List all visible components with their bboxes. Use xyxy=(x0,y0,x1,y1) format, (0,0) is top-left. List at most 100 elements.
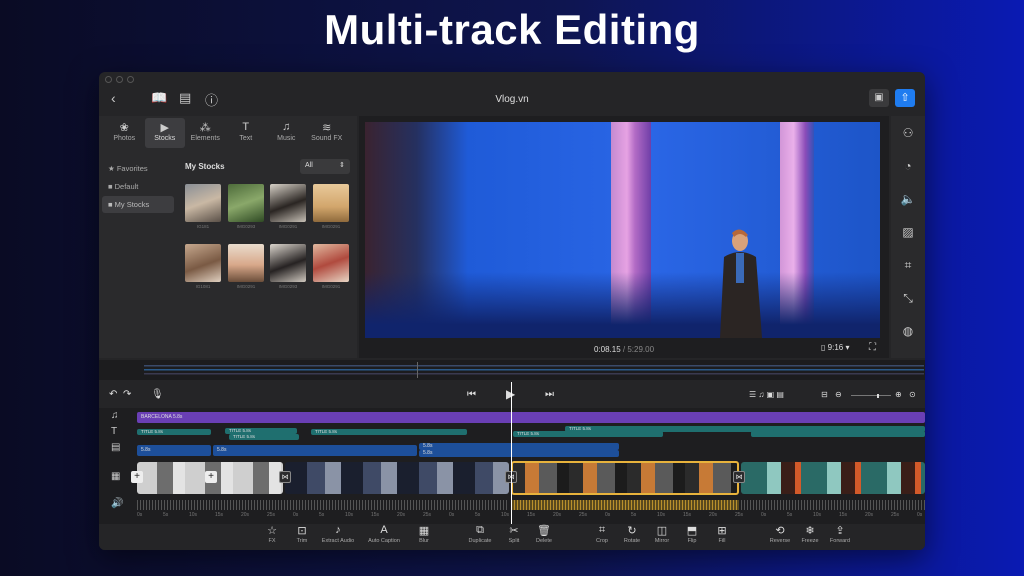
close-dot[interactable] xyxy=(105,76,112,83)
text-icon: T xyxy=(242,121,250,133)
sticker-clip[interactable]: 5.8s xyxy=(419,450,619,457)
stock-thumb[interactable] xyxy=(313,244,349,282)
tool-label: Forward xyxy=(829,538,851,544)
playback-bar: ↶ ↷ 🎙 ⏮ ▶ ⏭ ☰ ♫ ▣ ▤ ⊟ ⊖ ⊕ ⊙ xyxy=(99,384,925,406)
split-button[interactable]: ✂ Split xyxy=(497,524,531,544)
audio-waveform[interactable] xyxy=(741,500,925,510)
speed-icon[interactable]: ◔ xyxy=(900,159,916,173)
resize-icon[interactable]: ⤡ xyxy=(900,291,916,306)
forward-button[interactable]: ⇪ Forward xyxy=(823,524,857,544)
sticker-clip[interactable]: 5.8s xyxy=(213,445,417,456)
volume-icon[interactable]: 🔈 xyxy=(900,192,916,206)
ruler-tick-label: 10s xyxy=(813,512,822,518)
title-clip[interactable]: TITLE 5.8s xyxy=(311,429,467,435)
side-item-favorites[interactable]: ★ Favorites xyxy=(102,160,174,177)
sticker-clip[interactable]: 5.8s xyxy=(419,443,619,450)
undo-icon[interactable]: ↶ xyxy=(109,389,117,400)
tool-label: Fill xyxy=(718,538,726,544)
clip-duration: 5.8s xyxy=(141,447,151,453)
zoom-dot[interactable] xyxy=(127,76,134,83)
clip-duration: 5.8s xyxy=(154,429,164,434)
video-clip[interactable] xyxy=(285,462,509,494)
side-item-my-stocks[interactable]: ■ My Stocks xyxy=(102,196,174,213)
auto-caption-icon: A xyxy=(380,524,388,536)
palette-icon[interactable]: ◍ xyxy=(900,324,916,338)
blur-button[interactable]: ▦ Blur xyxy=(407,524,441,544)
stock-thumb[interactable] xyxy=(270,244,306,282)
stock-thumb[interactable] xyxy=(228,244,264,282)
tab-label: Photos xyxy=(113,135,136,142)
side-item-default[interactable]: ■ Default xyxy=(102,178,174,195)
duplicate-button[interactable]: ⧉ Duplicate xyxy=(463,524,497,544)
zoom-in-icon[interactable]: ⊕ xyxy=(895,390,902,399)
music-icon: ♫ xyxy=(282,121,291,133)
sticker-clip[interactable]: 5.8s xyxy=(137,445,211,456)
crop-icon[interactable]: ⌗ xyxy=(900,258,916,273)
video-clip[interactable] xyxy=(741,462,925,494)
zoom-out-icon[interactable]: ⊖ xyxy=(835,390,842,399)
tab-music[interactable]: ♫ Music xyxy=(266,118,307,148)
add-track-icons[interactable]: ☰ ♫ ▣ ▤ xyxy=(749,390,784,399)
transition-icon[interactable]: ⋈ xyxy=(733,471,745,483)
tab-sound-fx[interactable]: ≋ Sound FX xyxy=(307,118,348,148)
stocks-filter-select[interactable]: All ⇕ xyxy=(300,159,350,174)
fit-icon[interactable]: ⊟ xyxy=(821,390,828,399)
sticker-track-icon: ▤ xyxy=(111,442,121,453)
stock-thumb[interactable] xyxy=(313,184,349,222)
aspect-ratio-select[interactable]: ▯ 9:16 ▾ xyxy=(821,343,849,352)
music-clip[interactable]: BARCELONA 5.8s xyxy=(137,412,925,423)
tab-text[interactable]: T Text xyxy=(226,118,267,148)
clip-duration: 5.8s xyxy=(172,414,183,420)
delete-button[interactable]: 🗑 Delete xyxy=(527,524,561,544)
trim-icon: ⊡ xyxy=(297,525,307,537)
skip-back-icon[interactable]: ⏮ xyxy=(467,389,476,400)
crop-button[interactable]: ⌗ Crop xyxy=(585,524,619,544)
tool-label: Mirror xyxy=(654,538,670,544)
microphone-icon[interactable]: 🎙 xyxy=(151,389,164,400)
fx-button[interactable]: ☆ FX xyxy=(255,524,289,544)
tab-stocks[interactable]: ▶ Stocks xyxy=(144,118,185,148)
extract-audio-button[interactable]: ♪ Extract Audio xyxy=(321,524,355,544)
timeline-overview[interactable] xyxy=(99,360,925,380)
audio-waveform[interactable] xyxy=(137,500,509,510)
audio-waveform-selected[interactable] xyxy=(511,500,739,510)
stock-thumb[interactable] xyxy=(228,184,264,222)
folder-icon: ■ xyxy=(108,200,113,209)
add-clip-button[interactable]: + xyxy=(205,471,217,483)
settings-icon[interactable]: ⊙ xyxy=(909,390,916,399)
reverse-button[interactable]: ⟲ Reverse xyxy=(763,524,797,544)
preview-frame[interactable] xyxy=(365,122,880,338)
mirror-button[interactable]: ◫ Mirror xyxy=(645,524,679,544)
export-button[interactable]: ⇧ xyxy=(895,89,915,107)
ruler-tick-label: 0s xyxy=(917,512,923,518)
minimize-dot[interactable] xyxy=(116,76,123,83)
playhead[interactable] xyxy=(511,382,512,524)
headline: Multi-track Editing xyxy=(324,6,700,53)
title-clip[interactable] xyxy=(773,426,925,432)
zoom-slider[interactable] xyxy=(851,394,891,398)
save-button[interactable]: ▣ xyxy=(869,89,889,107)
opacity-icon[interactable]: ▨ xyxy=(900,225,916,239)
clip-duration: 5.8s xyxy=(242,428,252,433)
stock-thumb[interactable] xyxy=(270,184,306,222)
stock-thumb[interactable] xyxy=(185,184,221,222)
add-clip-button[interactable]: + xyxy=(131,471,143,483)
trim-button[interactable]: ⊡ Trim xyxy=(285,524,319,544)
title-clip[interactable]: TITLE 5.8s xyxy=(229,434,299,440)
freeze-button[interactable]: ❄ Freeze xyxy=(793,524,827,544)
rotate-button[interactable]: ↻ Rotate xyxy=(615,524,649,544)
transition-icon[interactable]: ⋈ xyxy=(279,471,291,483)
redo-icon[interactable]: ↷ xyxy=(123,389,131,400)
tab-elements[interactable]: ⁂ Elements xyxy=(185,118,226,148)
stock-thumb[interactable] xyxy=(185,244,221,282)
fill-button[interactable]: ⊞ Fill xyxy=(705,524,739,544)
flip-button[interactable]: ⬒ Flip xyxy=(675,524,709,544)
tab-photos[interactable]: ❀ Photos xyxy=(104,118,145,148)
filters-icon[interactable]: ⚇ xyxy=(900,126,916,140)
fullscreen-icon[interactable]: ⛶ xyxy=(869,342,876,353)
auto-caption-button[interactable]: A Auto Caption xyxy=(367,524,401,544)
skip-forward-icon[interactable]: ⏭ xyxy=(545,389,554,400)
text-track-icon: T xyxy=(111,426,118,437)
title-clip[interactable]: TITLE 5.8s xyxy=(137,429,211,435)
stocks-heading: My Stocks xyxy=(185,162,225,171)
